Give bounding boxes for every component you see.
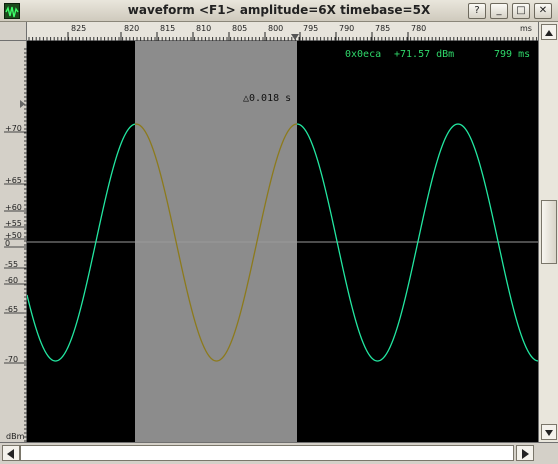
arrow-down-icon — [545, 430, 553, 436]
waveform-plot[interactable]: 0x0eca +71.57 dBm 799 ms △0.018 s — [26, 41, 539, 442]
amplitude-scale: +70+65+60+55+500-55-60-65-70dBm — [4, 48, 27, 442]
ruler-tick-label: 780 — [411, 24, 426, 33]
ruler-tick-label: 820 — [124, 24, 139, 33]
amplitude-unit-label: dBm — [6, 432, 25, 441]
amplitude-tick-label: -60 — [5, 276, 18, 285]
ruler-tick-label: 785 — [375, 24, 390, 33]
amplitude-tick-label: +70 — [5, 124, 22, 133]
amplitude-ruler: +70 +65 +60 +55 +50 0 -55 -60 -65 -70 dBm — [0, 41, 27, 442]
maximize-button[interactable]: □ — [512, 3, 530, 19]
scroll-right-button[interactable] — [516, 445, 534, 461]
arrow-up-icon — [545, 30, 553, 36]
scroll-left-button[interactable] — [2, 445, 20, 461]
waveform-trace — [26, 123, 136, 362]
minimize-icon: _ — [496, 5, 502, 16]
horizontal-scrollbar[interactable] — [0, 442, 558, 464]
readout-time: 799 ms — [494, 49, 530, 60]
ruler-tick-label: 810 — [196, 24, 211, 33]
ruler-tick-label: 815 — [160, 24, 175, 33]
time-ruler[interactable]: 825 820 815 810 805 800 795 790 785 780 ms — [27, 22, 538, 41]
ruler-tick-label: 805 — [232, 24, 247, 33]
waveform-canvas[interactable]: 0x0eca +71.57 dBm 799 ms △0.018 s — [26, 41, 539, 442]
readout-address: 0x0eca — [345, 49, 381, 60]
close-icon: ✕ — [538, 5, 548, 16]
amplitude-tick-label: +55 — [5, 219, 22, 228]
time-ruler-scale: 825 820 815 810 805 800 795 790 785 780 ms — [28, 24, 538, 41]
title-bar[interactable]: waveform <F1> amplitude=6X timebase=5X ?… — [0, 0, 558, 22]
help-icon: ? — [474, 5, 480, 16]
amplitude-tick-label: -65 — [5, 305, 18, 314]
readout-power: +71.57 dBm — [394, 49, 454, 60]
ruler-tick-label: 800 — [268, 24, 283, 33]
ruler-unit-label: ms — [520, 24, 532, 33]
minimize-button[interactable]: _ — [490, 3, 508, 19]
arrow-left-icon — [7, 449, 14, 459]
amplitude-tick-label: -55 — [5, 260, 18, 269]
ruler-corner — [0, 22, 27, 41]
ruler-tick-label: 825 — [71, 24, 86, 33]
help-button[interactable]: ? — [468, 3, 486, 19]
amplitude-tick-label: -70 — [5, 355, 18, 364]
amplitude-tick-label: 0 — [5, 239, 10, 248]
maximize-icon: □ — [516, 5, 526, 16]
ruler-tick-label: 790 — [339, 24, 354, 33]
ruler-tick-label: 795 — [303, 24, 318, 33]
selection-delta-label: △0.018 s — [243, 93, 291, 104]
amplitude-tick-label: +60 — [5, 203, 22, 212]
horizontal-scroll-track[interactable] — [20, 445, 514, 461]
arrow-right-icon — [522, 449, 529, 459]
vertical-scroll-thumb[interactable] — [541, 200, 557, 264]
vertical-scrollbar[interactable] — [538, 22, 558, 442]
close-button[interactable]: ✕ — [534, 3, 552, 19]
scroll-down-button[interactable] — [541, 424, 557, 440]
scroll-up-button[interactable] — [541, 24, 557, 40]
amplitude-tick-label: +65 — [5, 176, 22, 185]
